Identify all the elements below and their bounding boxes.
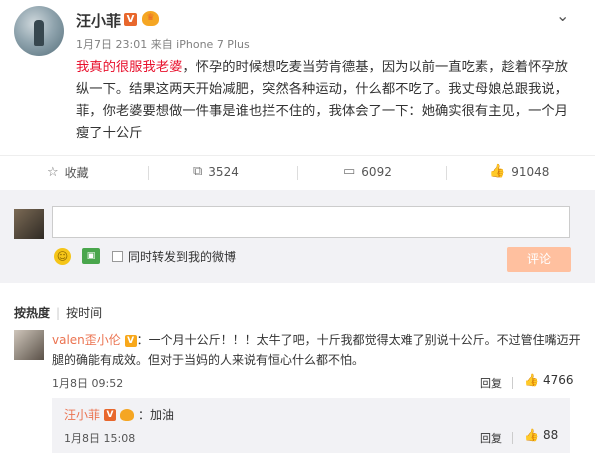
reply-button[interactable]: 回复 [480,375,502,391]
sub-reply-like-count: 88 [542,428,559,442]
sub-reply-like-button[interactable]: 👍 88 [524,428,558,442]
comment-date: 1月8日 09:52 [52,377,124,390]
verified-badge-icon: V [124,334,137,347]
like-button[interactable]: 👍 91048 [489,164,549,179]
sub-reply-line: 汪小菲 V ：加油 [64,406,174,423]
comment-text-block: valen歪小伦 V ：一个月十公斤！！！太牛了吧，十斤我都觉得太难了别说十公斤。… [52,330,584,370]
sub-reply-user[interactable]: 汪小菲 [64,406,100,423]
comment-input[interactable] [52,206,570,238]
thumbs-up-icon: 👍 [524,373,539,387]
image-icon[interactable]: ▣ [82,248,100,264]
repost-checkbox-label: 同时转发到我的微博 [128,250,237,264]
comment-icon: ▭ [343,164,356,179]
comment-like-button[interactable]: 👍 4766 [524,373,574,387]
commenter-avatar[interactable] [14,330,44,360]
comment-count: 6092 [361,164,392,179]
thumbs-up-icon: 👍 [524,428,539,442]
comment-button[interactable]: ▭ 6092 [343,164,392,179]
sub-reply-text: ：加油 [138,408,175,422]
sub-reply: 汪小菲 V ：加油 1月8日 15:08 回复 👍 88 [52,398,570,453]
sort-by-hot[interactable]: 按热度 [14,306,50,320]
comment-like-count: 4766 [542,373,574,387]
post-highlight: 我真的很服我老婆 [76,60,183,75]
repost-icon: ⧉ [193,164,203,179]
repost-button[interactable]: ⧉ 3524 [193,164,239,179]
comment-sort: 按热度 | 按时间 [14,306,103,320]
repost-count: 3524 [208,164,239,179]
submit-comment-button[interactable]: 评论 [507,247,571,272]
sort-by-time[interactable]: 按时间 [66,306,102,320]
repost-checkbox[interactable] [112,251,123,262]
author-avatar[interactable] [14,6,64,56]
my-avatar [14,209,44,239]
collect-button[interactable]: ☆ 收藏 [47,164,89,181]
star-icon: ☆ [47,165,59,180]
sub-reply-button[interactable]: 回复 [480,430,502,446]
thumbs-up-icon: 👍 [489,164,506,179]
vip-crown-icon [120,408,135,421]
author-name[interactable]: 汪小菲 [76,10,121,31]
chevron-down-icon[interactable]: ⌄ [556,6,569,25]
verified-badge-icon: V [104,408,117,421]
post-meta: 1月7日 23:01 来自 iPhone 7 Plus [76,38,250,51]
comment-composer: ☺ ▣ 同时转发到我的微博 评论 [0,190,595,283]
collect-label: 收藏 [64,166,89,180]
sub-reply-date: 1月8日 15:08 [64,432,136,445]
vip-crown-icon: ♛ [142,11,159,26]
emoji-icon[interactable]: ☺ [54,248,71,265]
verified-badge-icon: V [124,13,137,26]
post-content: 我真的很服我老婆，怀孕的时候想吃麦当劳肯德基，因为以前一直吃素，趁着怀孕放纵一下… [76,57,576,145]
commenter-name[interactable]: valen歪小伦 [52,333,121,347]
post-actions: ☆ 收藏 ⧉ 3524 ▭ 6092 👍 91048 [0,155,595,189]
like-count: 91048 [511,164,550,179]
